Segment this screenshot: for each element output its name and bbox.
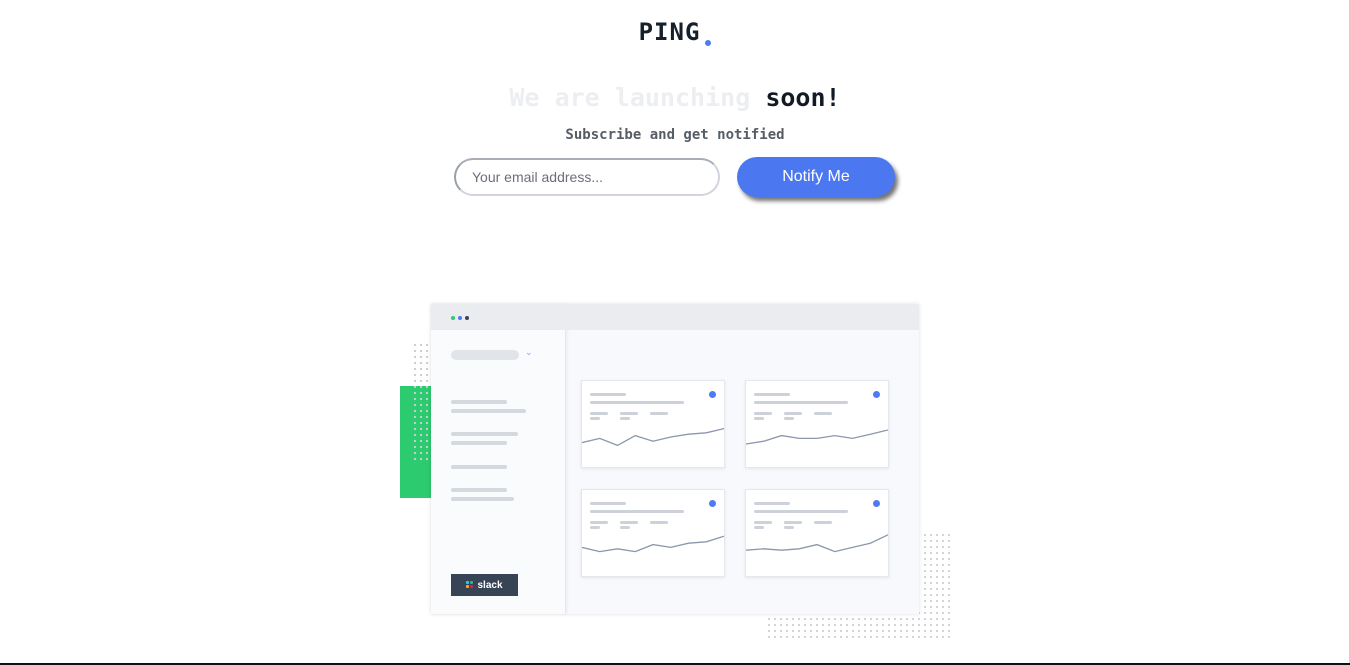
window-dot-icon <box>458 316 462 320</box>
slack-logo-icon <box>466 581 474 589</box>
dashboard-illustration: ⌄ slack <box>400 300 952 638</box>
mock-chart-card <box>745 489 889 577</box>
sparkline <box>746 534 888 553</box>
sparkline-path <box>746 429 888 445</box>
logo-dot-icon <box>705 40 712 46</box>
title-part-strong: soon! <box>765 83 841 112</box>
subtitle: Subscribe and get notified <box>565 127 785 143</box>
sparkline <box>746 429 888 445</box>
sparkline-path <box>746 534 888 553</box>
window-dot-icon <box>465 316 469 320</box>
mock-chart-card <box>581 380 725 468</box>
sparkline <box>582 535 724 553</box>
email-input[interactable] <box>454 158 720 196</box>
slack-label: slack <box>477 579 503 591</box>
sparkline-path <box>582 535 724 553</box>
notify-me-button[interactable]: Notify Me <box>737 157 895 197</box>
title-part-muted: We are launching <box>509 83 751 112</box>
check-circle-icon <box>873 391 880 398</box>
slack-badge: slack <box>451 574 518 596</box>
check-circle-icon <box>873 500 880 507</box>
chevron-down-icon: ⌄ <box>525 348 533 358</box>
brand-name: PING <box>638 18 701 46</box>
sparkline <box>582 427 724 447</box>
check-circle-icon <box>709 500 716 507</box>
mock-sidebar: ⌄ slack <box>431 304 566 614</box>
window-dot-icon <box>451 316 455 320</box>
mock-chart-card <box>581 489 725 577</box>
page-title: We are launching soon! <box>0 83 1350 112</box>
mock-chart-card <box>745 380 889 468</box>
check-circle-icon <box>709 391 716 398</box>
mock-app-window: ⌄ slack <box>431 304 919 614</box>
mock-workspace-pill <box>451 350 519 360</box>
sparkline-path <box>582 427 724 447</box>
brand-logo: PING <box>0 18 1350 46</box>
mock-titlebar <box>431 304 919 330</box>
